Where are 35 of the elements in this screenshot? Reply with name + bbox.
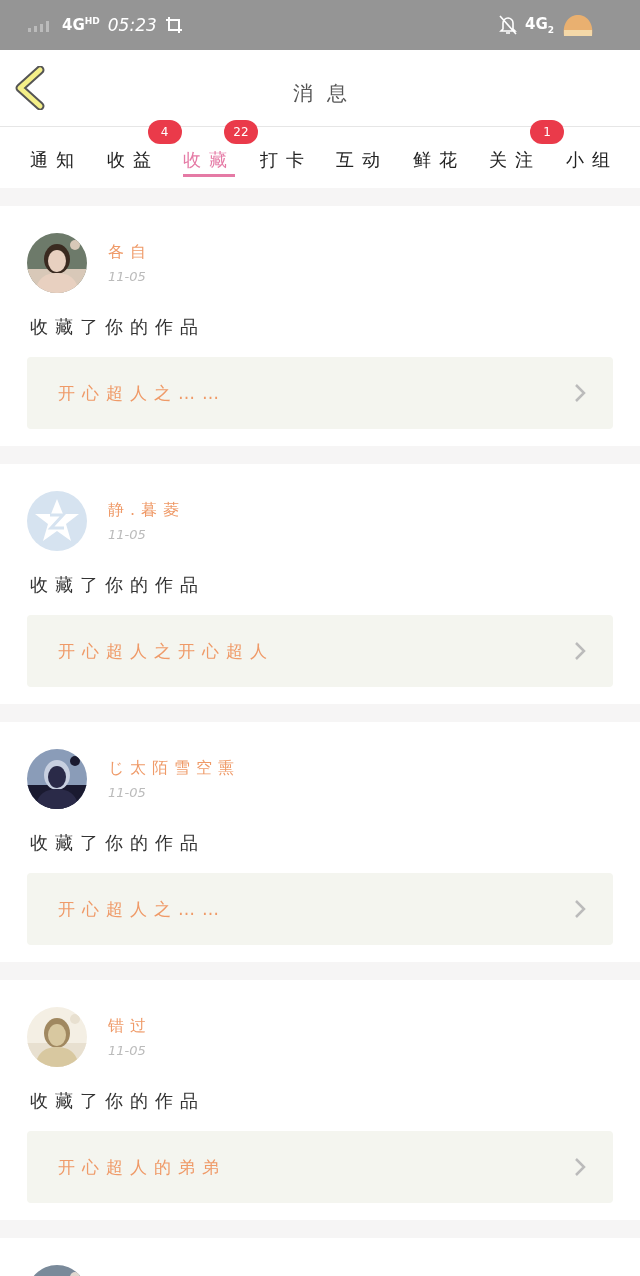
chevron-right-icon xyxy=(573,640,587,662)
tab[interactable]: 鲜花 xyxy=(412,127,465,177)
count-badge: 22 xyxy=(224,120,258,144)
count-badge: 4 xyxy=(147,120,182,144)
work-link[interactable]: 开心超人之开心超人 xyxy=(27,615,613,687)
message-date: 11-05 xyxy=(108,1043,147,1058)
default-avatar-icon xyxy=(27,491,87,551)
user-name[interactable]: 各自 xyxy=(108,242,152,263)
bell-off-icon xyxy=(499,15,517,35)
tab[interactable]: 通知 xyxy=(30,127,83,177)
tab[interactable]: 打卡 xyxy=(259,127,312,177)
message-text: 收藏了你的作品 xyxy=(30,573,206,597)
tab[interactable]: 互动 xyxy=(336,127,389,177)
message-date: 11-05 xyxy=(108,785,147,800)
network-label: 4G$^{HD}$ xyxy=(62,16,100,34)
chevron-right-icon xyxy=(573,382,587,404)
page-title: 消息 xyxy=(293,79,361,107)
chevron-right-icon xyxy=(573,1156,587,1178)
work-link[interactable]: 开心超人的弟弟 xyxy=(27,1131,613,1203)
user-name[interactable]: 静.暮菱 xyxy=(108,500,186,521)
user-name[interactable]: じ太陌雪空熏 xyxy=(108,758,240,779)
message-date: 11-05 xyxy=(108,527,147,542)
message-text: 收藏了你的作品 xyxy=(30,831,206,855)
user-name[interactable]: 错过 xyxy=(108,1016,152,1037)
network-label: 4G$_{2}$ xyxy=(525,15,554,35)
work-link[interactable]: 开心超人之…… xyxy=(27,873,613,945)
message-date: 11-05 xyxy=(108,269,147,284)
back-button[interactable] xyxy=(14,66,46,113)
clock: 05:23 xyxy=(107,15,157,35)
message-text: 收藏了你的作品 xyxy=(30,1089,206,1113)
tab[interactable]: 小组 xyxy=(565,127,618,177)
count-badge: 1 xyxy=(530,120,564,144)
message-text: 收藏了你的作品 xyxy=(30,315,206,339)
work-link[interactable]: 开心超人之…… xyxy=(27,357,613,429)
chevron-right-icon xyxy=(573,898,587,920)
